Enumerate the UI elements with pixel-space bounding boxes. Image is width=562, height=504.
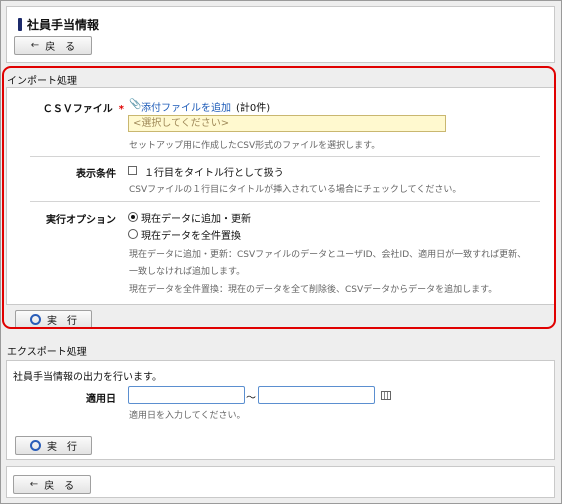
back-button-label: 戻 る [44, 481, 75, 492]
back-button[interactable]: ← 戻 る [14, 36, 92, 55]
date-from-input[interactable] [128, 386, 245, 404]
circle-icon [30, 440, 41, 451]
title-marker [18, 18, 22, 31]
calendar-icon[interactable] [381, 391, 391, 400]
export-section-title: エクスポート処理 [7, 347, 87, 358]
date-hint: 適用日を入力してください。 [129, 411, 246, 421]
date-to-input[interactable] [258, 386, 375, 404]
effective-date-label: 適用日 [86, 394, 116, 405]
export-run-label: 実 行 [47, 442, 77, 453]
export-description: 社員手当情報の出力を行います。 [13, 372, 162, 383]
header-panel: 社員手当情報 ← 戻 る [6, 6, 555, 63]
arrow-left-icon: ← [29, 479, 39, 490]
export-run-button[interactable]: 実 行 [15, 436, 92, 455]
back-button-label: 戻 る [45, 42, 76, 53]
arrow-left-icon: ← [30, 40, 40, 51]
back-button[interactable]: ← 戻 る [13, 475, 91, 494]
import-highlight-box [2, 66, 556, 329]
range-separator: ～ [246, 393, 256, 404]
page-title: 社員手当情報 [27, 18, 100, 32]
